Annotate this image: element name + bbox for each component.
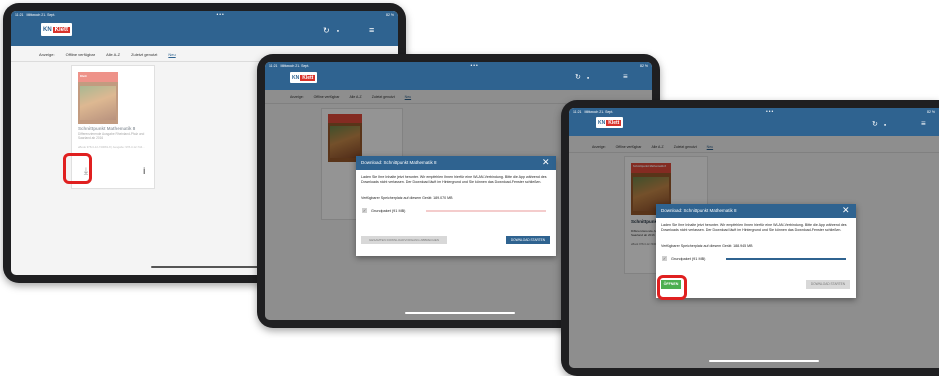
storage-info: Verfügbarer Speicherplatz auf diesem Ger… xyxy=(361,196,453,200)
close-icon[interactable]: ✕ xyxy=(542,157,550,168)
download-progress xyxy=(726,258,846,260)
cover-photo xyxy=(80,86,116,120)
home-indicator xyxy=(151,266,261,268)
tab-recent[interactable]: Zuletzt genutzt xyxy=(131,52,157,57)
book-cover[interactable]: Klett xyxy=(78,72,118,124)
storage-info: Verfügbarer Speicherplatz auf diesem Ger… xyxy=(661,244,753,248)
sync-icon[interactable]: ↻ xyxy=(323,26,330,35)
account-icon[interactable]: ● xyxy=(587,75,589,80)
dialog-header: Download: Schnittpunkt Mathematik 8 ✕ xyxy=(656,204,856,218)
cancel-download-button[interactable]: GESAMTEN DOWNLOADVORGANG ABBRECHEN xyxy=(361,236,447,244)
bar-icons: ↻ ● xyxy=(323,26,339,35)
logo-brand: Klett xyxy=(606,119,622,126)
package-checkbox[interactable]: ✓ xyxy=(362,208,367,213)
logo-mark: KN xyxy=(598,119,606,126)
app-bar: 11:21 Mittwoch 21. Sept. ••• 82 % KN Klet… xyxy=(265,62,652,90)
download-dialog: Download: Schnittpunkt Mathematik 8 ✕ La… xyxy=(356,156,556,256)
package-label: Grundpaket (91 MB) xyxy=(671,256,706,261)
status-bar: 11:21 Mittwoch 21. Sept. ••• 82 % xyxy=(573,109,935,115)
dialog-title: Download: Schnittpunkt Mathematik 8 xyxy=(361,160,437,165)
book-title: Schnittpunkt Mathematik 8 xyxy=(78,126,136,131)
home-indicator xyxy=(405,312,515,314)
logo-mark: KN xyxy=(43,26,52,33)
bar-icons: ↻ ● xyxy=(575,73,589,81)
package-row: ✓ Grundpaket (91 MB) xyxy=(362,208,405,213)
sync-icon[interactable]: ↻ xyxy=(872,120,878,128)
account-icon[interactable]: ● xyxy=(337,28,339,33)
status-dots: ••• xyxy=(216,12,225,18)
logo-brand: Klett xyxy=(52,26,71,33)
info-icon[interactable]: i xyxy=(143,166,146,176)
dialog-title: Download: Schnittpunkt Mathematik 8 xyxy=(661,208,737,213)
tab-all-az[interactable]: Alle A-Z xyxy=(106,52,120,57)
progress-fill xyxy=(726,258,846,260)
dialog-header: Download: Schnittpunkt Mathematik 8 ✕ xyxy=(356,156,556,170)
menu-icon[interactable]: ≡ xyxy=(623,72,628,81)
status-date: Mittwoch 21. Sept. xyxy=(584,110,614,114)
status-battery: 82 % xyxy=(640,64,648,68)
account-icon[interactable]: ● xyxy=(884,122,886,127)
home-indicator xyxy=(709,360,819,362)
status-date: Mittwoch 21. Sept. xyxy=(26,13,56,17)
logo-mark: KN xyxy=(292,74,300,81)
status-date: Mittwoch 21. Sept. xyxy=(280,64,310,68)
package-checkbox[interactable]: ✓ xyxy=(662,256,667,261)
download-progress xyxy=(426,210,546,212)
screen-3: 11:21 Mittwoch 21. Sept. ••• 82 % KN Klet… xyxy=(569,108,939,368)
cover-label: Klett xyxy=(80,74,87,78)
filter-tabs: Anzeige: Offline verfügbar Alle A-Z Zule… xyxy=(39,52,176,57)
klett-logo[interactable]: KN Klett xyxy=(41,23,73,36)
status-dots: ••• xyxy=(470,63,479,69)
status-dots: ••• xyxy=(766,109,775,115)
download-highlight xyxy=(63,153,92,184)
tab-new[interactable]: Neu xyxy=(168,52,175,57)
menu-icon[interactable]: ≡ xyxy=(921,119,926,128)
status-time: 11:21 xyxy=(15,13,24,17)
start-download-button[interactable]: DOWNLOAD STARTEN xyxy=(506,236,550,244)
klett-logo[interactable]: KN Klett xyxy=(596,117,624,128)
tablet-3: 11:21 Mittwoch 21. Sept. ••• 82 % KN Klet… xyxy=(561,100,939,376)
menu-icon[interactable]: ≡ xyxy=(369,25,374,35)
start-download-button[interactable]: DOWNLOAD STARTEN xyxy=(806,280,850,289)
app-bar: 11:21 Mittwoch 21. Sept. ••• 82 % KN Klet… xyxy=(569,108,939,136)
bar-icons: ↻ ● xyxy=(872,120,886,128)
dialog-message: Laden Sie Ihre Inhalte jetzt herunter. W… xyxy=(361,175,547,184)
status-battery: 82 % xyxy=(927,110,935,114)
book-code: eBook 978-3-12-740081-8 | Ausgabe: 978-3… xyxy=(78,145,145,149)
tab-label-display: Anzeige: xyxy=(39,52,55,57)
dialog-message: Laden Sie Ihre Inhalte jetzt herunter. W… xyxy=(661,223,847,232)
close-icon[interactable]: ✕ xyxy=(842,205,850,216)
status-bar: 11:21 Mittwoch 21. Sept. ••• 82 % xyxy=(269,63,648,69)
package-row: ✓ Grundpaket (91 MB) xyxy=(662,256,705,261)
sync-icon[interactable]: ↻ xyxy=(575,73,581,81)
status-bar: 11:21 Mittwoch 21. Sept. ••• 82 % xyxy=(15,12,394,18)
app-bar: 11:21 Mittwoch 21. Sept. ••• 82 % KN Klet… xyxy=(11,11,398,46)
package-label: Grundpaket (91 MB) xyxy=(371,208,406,213)
logo-brand: Klett xyxy=(300,74,316,81)
tab-offline[interactable]: Offline verfügbar xyxy=(66,52,96,57)
status-battery: 82 % xyxy=(386,13,394,17)
status-time: 11:21 xyxy=(269,64,278,68)
status-time: 11:21 xyxy=(573,110,582,114)
book-subtitle: Differenzierende Ausgabe Rheinland-Pfalz… xyxy=(78,132,145,140)
klett-logo[interactable]: KN Klett xyxy=(290,72,318,83)
open-button-highlight xyxy=(657,275,687,300)
